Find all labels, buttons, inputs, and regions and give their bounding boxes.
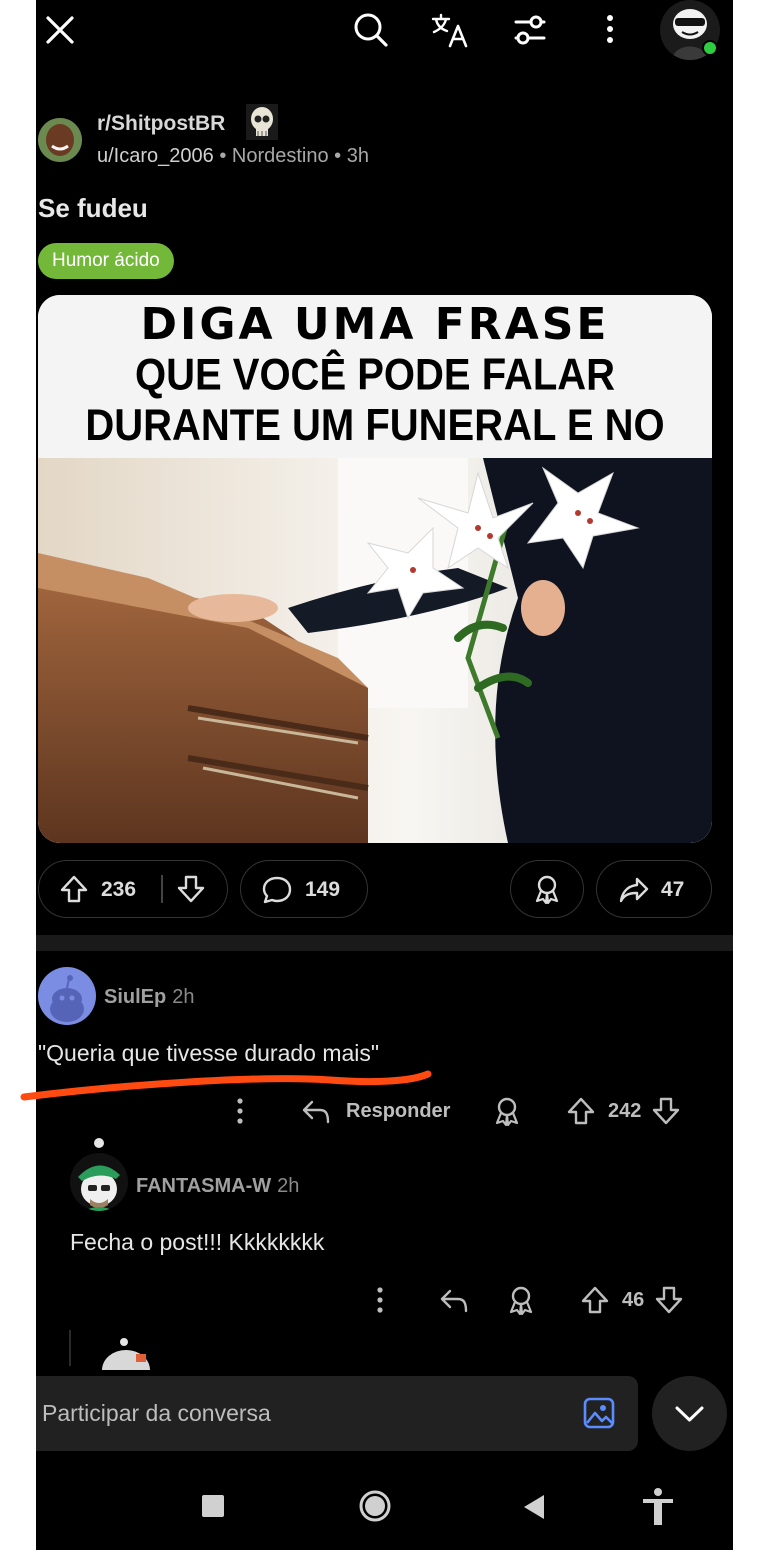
reply-icon xyxy=(302,1100,330,1124)
vote-divider xyxy=(161,875,163,903)
reply-indicator-dot xyxy=(94,1138,104,1148)
phone-screen: r/ShitpostBR u/Icaro_2006 • Nordestino •… xyxy=(36,0,733,1550)
meme-caption-line: DIGA UMA FRASE xyxy=(140,299,610,350)
author-flair: Nordestino xyxy=(231,145,329,167)
skull-emoji-icon xyxy=(246,104,278,140)
filter-icon[interactable] xyxy=(510,10,550,50)
comment-author-avatar[interactable] xyxy=(38,967,96,1025)
share-button[interactable]: 47 xyxy=(596,860,712,918)
post-flair[interactable]: Humor ácido xyxy=(38,243,174,279)
comment-bubble-icon xyxy=(261,874,293,906)
search-icon[interactable] xyxy=(350,10,390,50)
next-comment-avatar[interactable] xyxy=(98,1336,154,1370)
comment-vote-group: 242 xyxy=(566,1096,681,1126)
translate-icon[interactable] xyxy=(430,10,470,50)
reply-award-icon[interactable] xyxy=(506,1285,536,1315)
close-icon[interactable] xyxy=(40,10,80,50)
reply-body: Fecha o post!!! Kkkkkkkk xyxy=(70,1229,325,1255)
comment-author[interactable]: SiulEp 2h xyxy=(104,986,194,1009)
upvote-count: 236 xyxy=(101,878,137,901)
post-age: 3h xyxy=(346,145,369,167)
comment-body: "Queria que tivesse durado mais" xyxy=(38,1040,380,1066)
square-icon[interactable] xyxy=(202,1495,224,1517)
comment-vote-count: 242 xyxy=(608,1099,642,1122)
reply-upvote-icon xyxy=(581,1286,609,1314)
system-navbar xyxy=(36,1462,733,1550)
post-image[interactable]: DIGA UMA FRASE QUE VOCÊ PODE FALAR DURAN… xyxy=(38,295,712,843)
triangle-back-icon[interactable] xyxy=(522,1493,546,1521)
reply-downvote-icon xyxy=(656,1286,683,1314)
comment-downvote-icon xyxy=(653,1097,680,1125)
online-status-indicator xyxy=(702,40,718,56)
reply-reply-icon[interactable] xyxy=(438,1285,470,1315)
meta-separator: • xyxy=(219,145,232,167)
comment-input-placeholder[interactable]: Participar da conversa xyxy=(42,1400,271,1427)
reply-author-name[interactable]: FANTASMA-W xyxy=(136,1175,271,1197)
reply-more-icon[interactable] xyxy=(366,1285,394,1315)
meta-separator: • xyxy=(334,145,347,167)
circle-icon[interactable] xyxy=(358,1489,392,1523)
chevron-down-icon xyxy=(675,1406,704,1422)
reply-age: 2h xyxy=(277,1175,300,1197)
share-count: 47 xyxy=(661,878,685,901)
comment-author-name[interactable]: SiulEp xyxy=(104,986,166,1008)
award-icon xyxy=(532,874,562,904)
comments-button[interactable]: 149 xyxy=(240,860,368,918)
share-icon xyxy=(618,874,650,906)
reply-label[interactable]: Responder xyxy=(346,1100,450,1123)
funeral-photo xyxy=(38,458,712,843)
accessibility-icon[interactable] xyxy=(640,1487,676,1527)
collapse-button[interactable] xyxy=(652,1376,727,1451)
award-button[interactable] xyxy=(510,860,584,918)
reply-author-avatar[interactable] xyxy=(70,1153,128,1211)
reply-author[interactable]: FANTASMA-W 2h xyxy=(136,1175,299,1198)
post-meta: u/Icaro_2006 • Nordestino • 3h xyxy=(97,145,369,168)
subreddit-name[interactable]: r/ShitpostBR xyxy=(97,112,225,136)
comment-more-icon[interactable] xyxy=(226,1096,254,1126)
image-icon[interactable] xyxy=(582,1396,616,1430)
comment-age: 2h xyxy=(172,986,195,1008)
section-divider xyxy=(36,935,733,951)
post-title: Se fudeu xyxy=(38,193,148,223)
thread-line xyxy=(69,1330,71,1366)
subreddit-avatar[interactable] xyxy=(38,118,82,162)
comment-award-icon[interactable] xyxy=(492,1096,522,1126)
comment-upvote-icon xyxy=(567,1097,595,1125)
meme-caption-line: QUE VOCÊ PODE FALAR xyxy=(134,350,616,400)
downvote-icon[interactable] xyxy=(176,874,206,904)
post-author[interactable]: u/Icaro_2006 xyxy=(97,145,214,167)
meme-caption: DIGA UMA FRASE QUE VOCÊ PODE FALAR DURAN… xyxy=(38,295,712,500)
reply-vote-count: 46 xyxy=(622,1288,645,1311)
reply-vote-group: 46 xyxy=(580,1285,684,1315)
reply-button[interactable]: Responder xyxy=(300,1096,450,1126)
more-vertical-icon[interactable] xyxy=(590,10,630,50)
comment-count: 149 xyxy=(305,878,341,901)
vote-pill: 236 xyxy=(38,860,228,918)
upvote-icon[interactable] xyxy=(59,874,89,904)
